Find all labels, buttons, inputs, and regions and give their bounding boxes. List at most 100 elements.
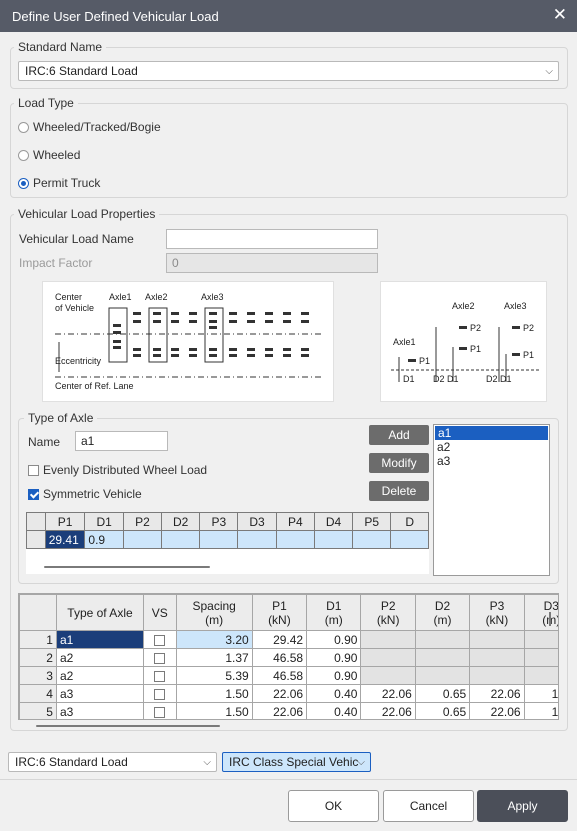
radio-label: Permit Truck xyxy=(33,176,101,190)
add-button[interactable]: Add xyxy=(369,425,429,445)
p1-cell[interactable]: 46.58 xyxy=(251,666,308,685)
apply-button[interactable]: Apply xyxy=(477,790,568,822)
cell-p4[interactable] xyxy=(275,530,315,549)
list-item[interactable]: a3 xyxy=(434,454,549,468)
horizontal-scrollbar[interactable] xyxy=(44,566,210,568)
axle-name-input[interactable]: a1 xyxy=(75,431,168,451)
p1-cell[interactable]: 29.42 xyxy=(251,630,308,649)
vs-cell[interactable] xyxy=(142,684,177,703)
p3-cell[interactable]: 22.06 xyxy=(469,702,525,719)
modify-button[interactable]: Modify xyxy=(369,453,429,473)
axle-parameter-table-wrap: P1 D1 P2 D2 P3 D3 P4 D4 P5 D 29.41 0.9 xyxy=(26,512,429,574)
radio-wheeled-tracked-bogie[interactable]: Wheeled/Tracked/Bogie xyxy=(18,120,161,134)
type-cell[interactable]: a1 xyxy=(55,630,144,649)
row-header xyxy=(26,530,46,549)
d1-cell[interactable]: 0.90 xyxy=(306,648,362,667)
cell-p3[interactable] xyxy=(199,530,239,549)
d1-cell[interactable]: 0.40 xyxy=(306,684,362,703)
vehicle-class-select[interactable]: IRC Class Special Vehic ⌵ xyxy=(222,752,371,772)
diagram-vehicle-label: of Vehicle xyxy=(55,303,95,313)
vs-checkbox[interactable] xyxy=(154,688,166,700)
evenly-distributed-checkbox[interactable]: Evenly Distributed Wheel Load xyxy=(28,463,207,477)
cancel-button[interactable]: Cancel xyxy=(383,790,474,822)
radio-permit-truck[interactable]: Permit Truck xyxy=(18,176,100,190)
p2-cell xyxy=(360,648,416,667)
vs-cell[interactable] xyxy=(142,630,177,649)
table-row[interactable]: 2 a2 1.37 46.58 0.90 xyxy=(19,648,558,667)
vs-cell[interactable] xyxy=(142,648,177,667)
spacing-cell[interactable]: 5.39 xyxy=(175,666,253,685)
d1-cell[interactable]: 0.90 xyxy=(306,666,362,685)
d2-cell[interactable]: 0.65 xyxy=(414,702,471,719)
cell-d5[interactable] xyxy=(390,530,429,549)
p2-cell[interactable]: 22.06 xyxy=(360,702,416,719)
p1-cell[interactable]: 46.58 xyxy=(251,648,308,667)
d1-cell[interactable]: 0.40 xyxy=(306,702,362,719)
vs-checkbox[interactable] xyxy=(154,706,166,718)
table-row[interactable]: 1 a1 3.20 29.42 0.90 xyxy=(19,630,558,649)
list-item[interactable]: a1 xyxy=(435,426,548,440)
vehicular-load-name-input[interactable] xyxy=(166,229,378,249)
p3-cell xyxy=(469,630,525,649)
elev-p1-label: P1 xyxy=(523,350,535,360)
d3-cell xyxy=(523,630,558,649)
p3-cell[interactable]: 22.06 xyxy=(469,684,525,703)
vs-checkbox[interactable] xyxy=(154,634,166,646)
table-row[interactable]: 5 a3 1.50 22.06 0.40 22.06 0.65 22.06 1.… xyxy=(19,702,558,719)
close-icon[interactable]: ✕ xyxy=(553,5,567,25)
list-item[interactable]: a2 xyxy=(434,440,549,454)
cell-d2[interactable] xyxy=(160,530,201,549)
radio-wheeled[interactable]: Wheeled xyxy=(18,148,80,162)
delete-button[interactable]: Delete xyxy=(369,481,429,501)
diagram-center-label: Center xyxy=(55,292,83,302)
p2-cell[interactable]: 22.06 xyxy=(360,684,416,703)
d2-cell[interactable]: 0.65 xyxy=(414,684,471,703)
spacing-cell[interactable]: 3.20 xyxy=(175,630,253,649)
p2-cell xyxy=(360,666,416,685)
spacing-cell[interactable]: 1.37 xyxy=(175,648,253,667)
type-cell[interactable]: a3 xyxy=(55,684,144,703)
vs-checkbox[interactable] xyxy=(154,670,166,682)
elev-axle2-label: Axle2 xyxy=(452,301,475,311)
vehicle-plan-diagram: Center of Vehicle Axle1 Axle2 Axle3 Ecce… xyxy=(42,281,334,402)
column-header: VS xyxy=(142,594,177,631)
vs-cell[interactable] xyxy=(142,666,177,685)
column-header: P4 xyxy=(275,512,315,531)
elev-axle1-label: Axle1 xyxy=(393,337,416,347)
column-header: Spacing (m) xyxy=(175,594,253,631)
type-cell[interactable]: a2 xyxy=(55,648,144,667)
title-bar: Define User Defined Vehicular Load ✕ xyxy=(0,0,577,32)
table-row[interactable]: 3 a2 5.39 46.58 0.90 xyxy=(19,666,558,685)
standard-load-select[interactable]: IRC:6 Standard Load ⌵ xyxy=(8,752,217,772)
table-row[interactable]: 4 a3 1.50 22.06 0.40 22.06 0.65 22.06 1.… xyxy=(19,684,558,703)
axle-type-list[interactable]: a1 a2 a3 xyxy=(433,424,550,576)
cell-p2[interactable] xyxy=(122,530,163,549)
spacing-cell[interactable]: 1.50 xyxy=(175,702,253,719)
d1-cell[interactable]: 0.90 xyxy=(306,630,362,649)
corner-cell xyxy=(26,512,46,531)
column-header: P1 (kN) xyxy=(251,594,308,631)
spacing-cell[interactable]: 1.50 xyxy=(175,684,253,703)
vs-cell[interactable] xyxy=(142,702,177,719)
cell-p1[interactable]: 29.41 xyxy=(44,530,86,549)
cell-d3[interactable] xyxy=(237,530,277,549)
column-header: D2 (m) xyxy=(414,594,471,631)
d3-cell[interactable]: 1.15 xyxy=(523,684,558,703)
grid-vertical-scrollbar[interactable] xyxy=(549,612,551,626)
grid-horizontal-scrollbar[interactable] xyxy=(36,725,220,727)
p1-cell[interactable]: 22.06 xyxy=(251,702,308,719)
cell-p5[interactable] xyxy=(352,530,392,549)
elev-d2d1-label: D2 D1 xyxy=(433,374,459,384)
standard-name-select[interactable]: IRC:6 Standard Load ⌵ xyxy=(18,61,559,81)
type-cell[interactable]: a2 xyxy=(55,666,144,685)
p1-cell[interactable]: 22.06 xyxy=(251,684,308,703)
cell-d1[interactable]: 0.9 xyxy=(84,530,124,549)
type-cell[interactable]: a3 xyxy=(55,702,144,719)
axle3-box xyxy=(204,307,224,363)
ok-button[interactable]: OK xyxy=(288,790,379,822)
radio-label: Wheeled/Tracked/Bogie xyxy=(33,120,161,134)
vs-checkbox[interactable] xyxy=(154,652,166,664)
d3-cell[interactable]: 1.15 xyxy=(523,702,558,719)
cell-d4[interactable] xyxy=(313,530,354,549)
symmetric-vehicle-checkbox[interactable]: Symmetric Vehicle xyxy=(28,487,142,501)
